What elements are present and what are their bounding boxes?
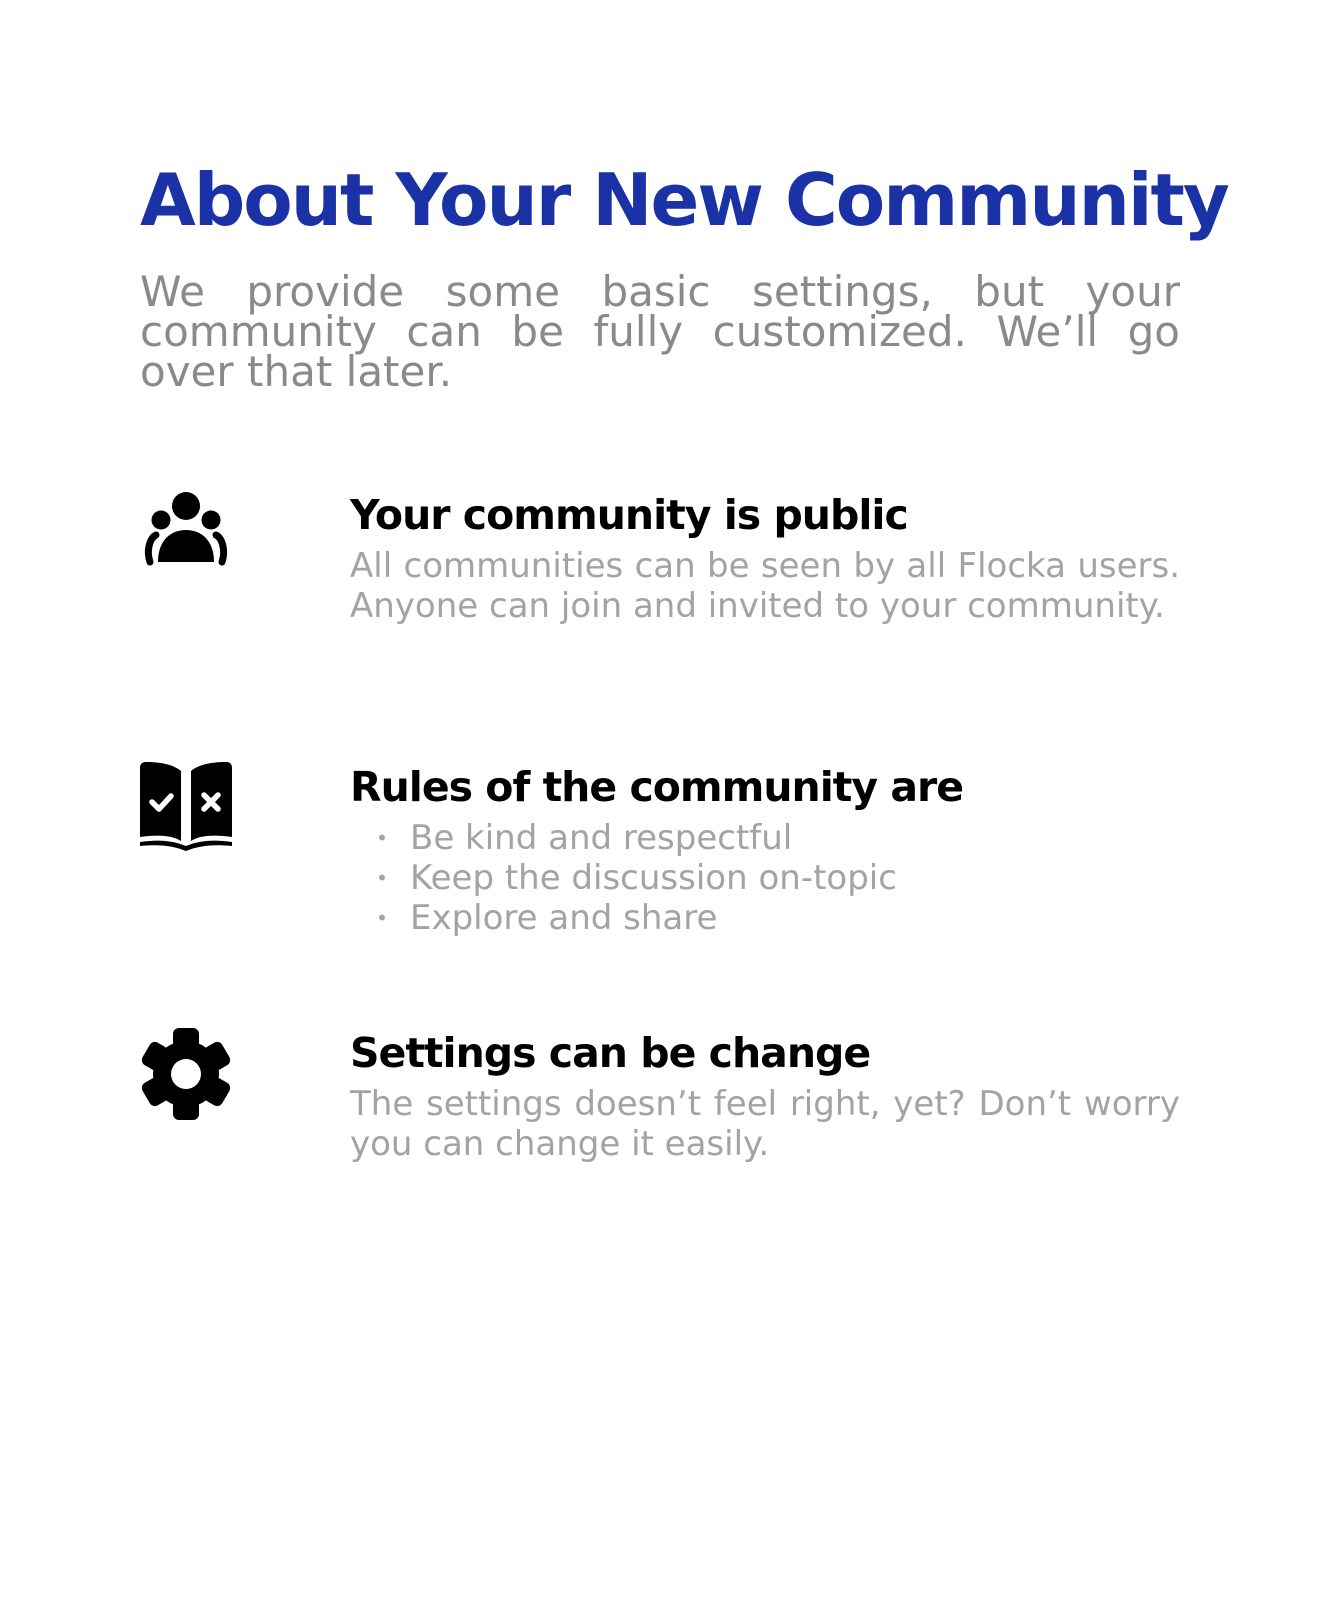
rule-book-icon [140,762,232,854]
feature-rules-body: Rules of the community are • Be kind and … [350,762,1180,938]
feature-public-body: Your community is public All communities… [350,490,1180,626]
rule-text: Be kind and respectful [410,818,793,858]
feature-heading: Rules of the community are [350,763,964,811]
feature-heading: Your community is public [350,491,909,539]
rule-item: • Keep the discussion on-topic [350,858,1180,898]
rule-item: • Explore and share [350,898,1180,938]
page-title: About Your New Community [140,158,1230,242]
feature-description: All communities can be seen by all Flock… [350,546,1180,626]
group-icon [140,490,232,582]
bullet-icon: • [376,826,388,850]
bullet-icon: • [376,866,388,890]
feature-description: The settings doesn’t feel right, yet? Do… [350,1084,1180,1164]
bullet-icon: • [376,906,388,930]
gear-icon [140,1028,232,1120]
feature-heading: Settings can be change [350,1029,871,1077]
rule-text: Keep the discussion on-topic [410,858,897,898]
about-community-page: About Your New Community We provide some… [140,150,1230,1164]
rules-list: • Be kind and respectful • Keep the discus… [350,818,1180,938]
intro-text: We provide some basic settings, but your… [140,267,1180,396]
rule-item: • Be kind and respectful [350,818,1180,858]
rule-text: Explore and share [410,898,718,938]
feature-settings-body: Settings can be change The settings does… [350,1028,1180,1164]
